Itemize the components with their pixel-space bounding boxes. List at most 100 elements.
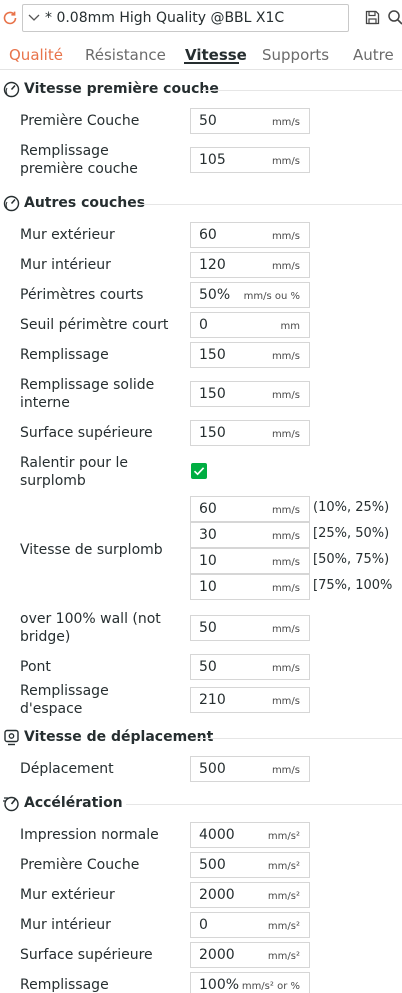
internal-solid-infill-speed-input[interactable]: 150 mm/s bbox=[190, 381, 310, 407]
field-value: 50 bbox=[199, 113, 217, 129]
field-unit: mm/s bbox=[271, 429, 300, 440]
sync-icon[interactable] bbox=[1, 9, 19, 27]
label-first-layer-infill-1: Remplissage bbox=[20, 143, 109, 159]
field-value: 150 bbox=[199, 347, 226, 363]
inner-wall-accel-input[interactable]: 0 mm/s² bbox=[190, 912, 310, 938]
label-gap-infill-1: Remplissage bbox=[20, 683, 109, 699]
field-value: 10 bbox=[199, 553, 217, 569]
label-accel-sparse-infill: Remplissage bbox=[20, 977, 109, 993]
overhang-speed-input-4[interactable]: 10 mm/s bbox=[190, 574, 310, 600]
first-layer-accel-input[interactable]: 500 mm/s² bbox=[190, 852, 310, 878]
over-100-wall-speed-input[interactable]: 50 mm/s bbox=[190, 615, 310, 641]
field-value: 105 bbox=[199, 152, 226, 168]
section-divider bbox=[202, 90, 402, 91]
check-icon bbox=[193, 467, 205, 476]
field-unit: mm bbox=[280, 321, 300, 332]
gap-infill-speed-input[interactable]: 210 mm/s bbox=[190, 687, 310, 713]
first-layer-infill-speed-input[interactable]: 105 mm/s bbox=[190, 147, 310, 173]
normal-printing-accel-input[interactable]: 4000 mm/s² bbox=[190, 822, 310, 848]
save-icon[interactable] bbox=[365, 10, 380, 25]
first-layer-speed-input[interactable]: 50 mm/s bbox=[190, 108, 310, 134]
slow-down-overhang-checkbox[interactable] bbox=[191, 463, 207, 479]
overhang-speed-input-2[interactable]: 30 mm/s bbox=[190, 522, 310, 548]
field-value: 50 bbox=[199, 659, 217, 675]
field-unit: mm/s bbox=[271, 765, 300, 776]
sparse-infill-speed-input[interactable]: 150 mm/s bbox=[190, 342, 310, 368]
bridge-speed-input[interactable]: 50 mm/s bbox=[190, 654, 310, 680]
top-surface-speed-input[interactable]: 150 mm/s bbox=[190, 420, 310, 446]
label-accel-inner-wall: Mur intérieur bbox=[20, 917, 111, 933]
label-small-perimeter-threshold: Seuil périmètre court bbox=[20, 317, 169, 333]
section-title: Accélération bbox=[24, 795, 123, 811]
field-value: 30 bbox=[199, 527, 217, 543]
label-internal-solid-infill-2: interne bbox=[20, 395, 70, 411]
small-perimeter-threshold-input[interactable]: 0 mm bbox=[190, 312, 310, 338]
field-value: 500 bbox=[199, 857, 226, 873]
label-gap-infill-2: d'espace bbox=[20, 701, 83, 717]
section-first-layer-speed: Vitesse première couche bbox=[0, 80, 402, 100]
field-value: 150 bbox=[199, 386, 226, 402]
label-inner-wall: Mur intérieur bbox=[20, 257, 111, 273]
field-unit: mm/s² bbox=[267, 951, 300, 962]
field-value: 50% bbox=[199, 287, 231, 303]
section-other-layers-speed: Autres couches bbox=[0, 194, 402, 214]
label-accel-outer-wall: Mur extérieur bbox=[20, 887, 115, 903]
field-unit: mm/s bbox=[271, 261, 300, 272]
outer-wall-accel-input[interactable]: 2000 mm/s² bbox=[190, 882, 310, 908]
label-first-layer-infill-2: première couche bbox=[20, 161, 138, 177]
acceleration-icon bbox=[3, 796, 19, 812]
section-title: Vitesse de déplacement bbox=[24, 729, 214, 745]
label-accel-first-layer: Première Couche bbox=[20, 857, 140, 873]
tab-others[interactable]: Autre bbox=[353, 46, 394, 64]
overhang-range-3: [50%, 75%) bbox=[313, 552, 390, 567]
overhang-range-2: [25%, 50%) bbox=[313, 526, 390, 541]
field-unit: mm/s² or % bbox=[241, 981, 300, 992]
overhang-speed-input-1[interactable]: 60 mm/s bbox=[190, 496, 310, 522]
label-bridge: Pont bbox=[20, 659, 51, 675]
tab-strength[interactable]: Résistance bbox=[85, 46, 166, 64]
label-over-100-wall-2: bridge) bbox=[20, 629, 71, 645]
section-divider bbox=[196, 738, 402, 739]
tab-quality[interactable]: Qualité bbox=[9, 46, 63, 64]
tab-support[interactable]: Supports bbox=[262, 46, 329, 64]
label-internal-solid-infill-1: Remplissage solide bbox=[20, 377, 155, 393]
field-value: 50 bbox=[199, 620, 217, 636]
field-value: 500 bbox=[199, 761, 226, 777]
overhang-speed-input-3[interactable]: 10 mm/s bbox=[190, 548, 310, 574]
field-unit: mm/s bbox=[271, 696, 300, 707]
field-value: 10 bbox=[199, 579, 217, 595]
label-accel-top-surface: Surface supérieure bbox=[20, 947, 153, 963]
overhang-range-1: (10%, 25%) bbox=[313, 500, 390, 515]
label-top-surface: Surface supérieure bbox=[20, 425, 153, 441]
active-tab-indicator bbox=[184, 62, 239, 64]
field-unit: mm/s² bbox=[267, 891, 300, 902]
label-slow-down-overhang-1: Ralentir pour le bbox=[20, 455, 128, 471]
label-small-perimeters: Périmètres courts bbox=[20, 287, 144, 303]
top-surface-accel-input[interactable]: 2000 mm/s² bbox=[190, 942, 310, 968]
section-acceleration: Accélération bbox=[0, 794, 402, 814]
field-unit: mm/s bbox=[271, 231, 300, 242]
preset-name: * 0.08mm High Quality @BBL X1C bbox=[45, 10, 285, 26]
travel-speed-input[interactable]: 500 mm/s bbox=[190, 756, 310, 782]
label-first-layer: Première Couche bbox=[20, 113, 140, 129]
field-unit: mm/s bbox=[271, 624, 300, 635]
field-value: 4000 bbox=[199, 827, 235, 843]
field-unit: mm/s² bbox=[267, 831, 300, 842]
label-slow-down-overhang-2: surplomb bbox=[20, 473, 86, 489]
section-divider bbox=[126, 804, 402, 805]
label-outer-wall: Mur extérieur bbox=[20, 227, 115, 243]
outer-wall-speed-input[interactable]: 60 mm/s bbox=[190, 222, 310, 248]
label-normal-printing: Impression normale bbox=[20, 827, 159, 843]
speedometer-icon bbox=[3, 195, 20, 212]
field-unit: mm/s bbox=[271, 557, 300, 568]
small-perimeters-speed-input[interactable]: 50% mm/s ou % bbox=[190, 282, 310, 308]
inner-wall-speed-input[interactable]: 120 mm/s bbox=[190, 252, 310, 278]
field-unit: mm/s bbox=[271, 156, 300, 167]
search-icon[interactable] bbox=[387, 9, 402, 25]
preset-bar: * 0.08mm High Quality @BBL X1C bbox=[0, 0, 402, 36]
field-value: 120 bbox=[199, 257, 226, 273]
sparse-infill-accel-input[interactable]: 100% mm/s² or % bbox=[190, 972, 310, 993]
speedometer-icon bbox=[3, 81, 20, 98]
preset-dropdown[interactable]: * 0.08mm High Quality @BBL X1C bbox=[22, 4, 349, 32]
field-value: 0 bbox=[199, 917, 208, 933]
